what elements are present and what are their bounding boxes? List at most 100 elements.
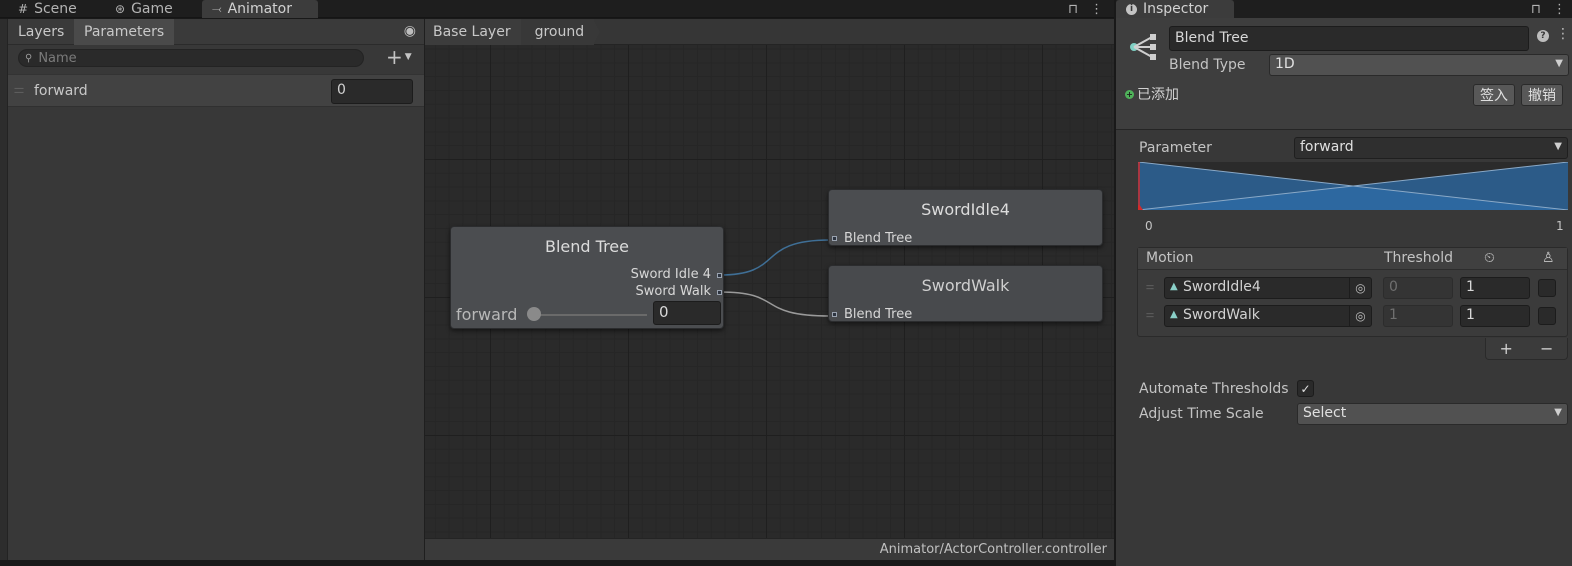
animator-graph[interactable]: Base Layer ground Blend Tree Sword Idle … <box>425 19 1114 560</box>
parameter-name: forward <box>34 82 88 99</box>
chevron-down-icon: ▼ <box>1554 407 1562 418</box>
parameter-dropdown[interactable]: forward ▼ <box>1294 137 1568 159</box>
vcs-added-icon: + <box>1125 89 1134 99</box>
motion-row[interactable]: — — ▲ SwordWalk ◎ 1 1 <box>1138 304 1567 330</box>
automate-thresholds-label: Automate Thresholds <box>1139 381 1289 397</box>
panel-edge <box>0 19 8 560</box>
blend-tree-name-field[interactable]: Blend Tree <box>1169 26 1529 51</box>
add-remove-motion: + − <box>1485 338 1568 360</box>
time-scale-field[interactable]: 1 <box>1460 277 1530 299</box>
range-max: 1 <box>1556 219 1564 233</box>
motion-row[interactable]: — — ▲ SwordIdle4 ◎ 0 1 <box>1138 276 1567 302</box>
wire-sword-idle <box>719 239 831 276</box>
object-picker-icon[interactable]: ◎ <box>1349 306 1371 326</box>
state-node-sword-idle4[interactable]: SwordIdle4 Blend Tree <box>828 189 1103 246</box>
search-icon: ⚲ <box>25 52 33 64</box>
gamepad-icon: ⊛ <box>115 2 126 16</box>
tab-scene[interactable]: # Scene <box>8 0 87 18</box>
blend-tree-node[interactable]: Blend Tree Sword Idle 4 Sword Walk forwa… <box>450 226 724 329</box>
tab-layers-label: Layers <box>18 24 65 40</box>
inspector-header: Blend Tree ? ⋮ Blend Type 1D ▼ + 已添加 签入 … <box>1116 18 1572 130</box>
input-port[interactable] <box>832 236 837 241</box>
chevron-down-icon: ▼ <box>1555 58 1563 69</box>
state-node-sword-walk[interactable]: SwordWalk Blend Tree <box>828 265 1103 322</box>
checkin-button[interactable]: 签入 <box>1473 84 1515 106</box>
tab-game[interactable]: ⊛ Game <box>105 0 183 18</box>
motion-list-header: Motion Threshold ⏲ ♙ <box>1138 248 1567 270</box>
chevron-down-icon: ▼ <box>404 52 412 62</box>
help-icon[interactable]: ? <box>1537 30 1549 42</box>
adjust-time-scale-label: Adjust Time Scale <box>1139 406 1264 422</box>
controller-path: Animator/ActorController.controller <box>425 538 1114 560</box>
kebab-menu-icon[interactable]: ⋮ <box>1556 26 1570 42</box>
drag-handle-icon[interactable]: — — <box>14 83 26 97</box>
motion-list: Motion Threshold ⏲ ♙ — — ▲ SwordIdle4 ◎ 0… <box>1137 247 1568 337</box>
blend-type-label: Blend Type <box>1169 57 1246 73</box>
inspector-panel: i Inspector ⊓ ⋮ Blend Tree ? ⋮ Blend Typ… <box>1116 0 1572 566</box>
info-icon: i <box>1126 3 1137 15</box>
kebab-menu-icon[interactable]: ⋮ <box>1090 2 1103 17</box>
adjust-time-scale-value: Select <box>1303 405 1347 421</box>
blend-tree-node-title: Blend Tree <box>545 237 629 256</box>
lock-icon[interactable]: ⊓ <box>1068 2 1078 17</box>
parameter-row[interactable]: — — forward 0 <box>8 74 424 107</box>
output-port-sword-idle[interactable] <box>717 273 722 278</box>
parameter-dropdown-value: forward <box>1300 139 1354 155</box>
inspector-window-controls: ⊓ ⋮ <box>1531 0 1566 18</box>
chevron-down-icon: ▼ <box>1554 141 1562 152</box>
eye-icon[interactable]: ◉ <box>404 23 416 39</box>
layers-parameters-tabs: Layers Parameters ◉ <box>8 19 424 45</box>
window-controls: ⊓ ⋮ <box>1068 0 1103 18</box>
tab-inspector[interactable]: i Inspector <box>1116 0 1234 18</box>
lock-icon[interactable]: ⊓ <box>1531 2 1541 17</box>
drag-handle-icon[interactable]: — — <box>1146 282 1156 293</box>
blend-slider-knob[interactable] <box>527 307 541 321</box>
blend-slider-track[interactable] <box>531 314 647 316</box>
mirror-checkbox[interactable] <box>1538 307 1556 325</box>
vcs-status-label: 已添加 <box>1137 87 1179 103</box>
output-sword-idle: Sword Idle 4 <box>630 267 711 282</box>
motion-name: SwordWalk <box>1183 307 1260 323</box>
object-picker-icon[interactable]: ◎ <box>1349 278 1371 298</box>
window-tab-strip: # Scene ⊛ Game ⤙ Animator ⊓ ⋮ <box>0 0 1114 18</box>
parameter-search[interactable]: ⚲ <box>18 49 364 67</box>
mirror-checkbox[interactable] <box>1538 279 1556 297</box>
inspector-tab-strip: i Inspector ⊓ ⋮ <box>1116 0 1572 18</box>
threshold-field[interactable]: 1 <box>1383 305 1453 327</box>
animation-clip-icon: ▲ <box>1170 281 1178 292</box>
drag-handle-icon[interactable]: — — <box>1146 310 1156 321</box>
kebab-menu-icon[interactable]: ⋮ <box>1553 2 1566 17</box>
tab-inspector-label: Inspector <box>1143 1 1209 17</box>
blend-weight-preview <box>1138 162 1568 210</box>
threshold-field[interactable]: 0 <box>1383 277 1453 299</box>
blend-type-value: 1D <box>1275 56 1295 72</box>
time-scale-icon: ⏲ <box>1484 250 1495 266</box>
animation-clip-icon: ▲ <box>1170 309 1178 320</box>
blend-param-value[interactable]: 0 <box>653 301 721 325</box>
blend-type-dropdown[interactable]: 1D ▼ <box>1269 54 1569 76</box>
header-motion: Motion <box>1146 250 1194 266</box>
tab-layers[interactable]: Layers <box>8 19 74 45</box>
animator-icon: ⤙ <box>212 1 222 16</box>
state-input-label: Blend Tree <box>844 231 913 246</box>
add-motion-button[interactable]: + <box>1500 339 1513 358</box>
adjust-time-scale-dropdown[interactable]: Select ▼ <box>1297 403 1568 425</box>
motion-object-field[interactable]: ▲ SwordWalk ◎ <box>1164 305 1372 327</box>
parameter-label: Parameter <box>1139 140 1212 156</box>
add-parameter-button[interactable]: + ▼ <box>386 45 412 69</box>
output-port-sword-walk[interactable] <box>717 290 722 295</box>
vcs-status: + 已添加 <box>1125 84 1179 104</box>
parameter-search-input[interactable] <box>38 50 339 66</box>
parameter-value-field[interactable]: 0 <box>331 79 413 104</box>
motion-object-field[interactable]: ▲ SwordIdle4 ◎ <box>1164 277 1372 299</box>
revert-button[interactable]: 撤销 <box>1521 84 1563 106</box>
tab-scene-label: Scene <box>34 1 77 17</box>
tab-animator[interactable]: ⤙ Animator <box>202 0 318 18</box>
remove-motion-button[interactable]: − <box>1540 339 1553 358</box>
tab-parameters[interactable]: Parameters <box>74 19 175 45</box>
time-scale-field[interactable]: 1 <box>1460 305 1530 327</box>
input-port[interactable] <box>832 312 837 317</box>
automate-thresholds-checkbox[interactable]: ✓ <box>1297 380 1314 397</box>
range-min: 0 <box>1145 219 1153 233</box>
wire-sword-walk <box>719 291 831 317</box>
